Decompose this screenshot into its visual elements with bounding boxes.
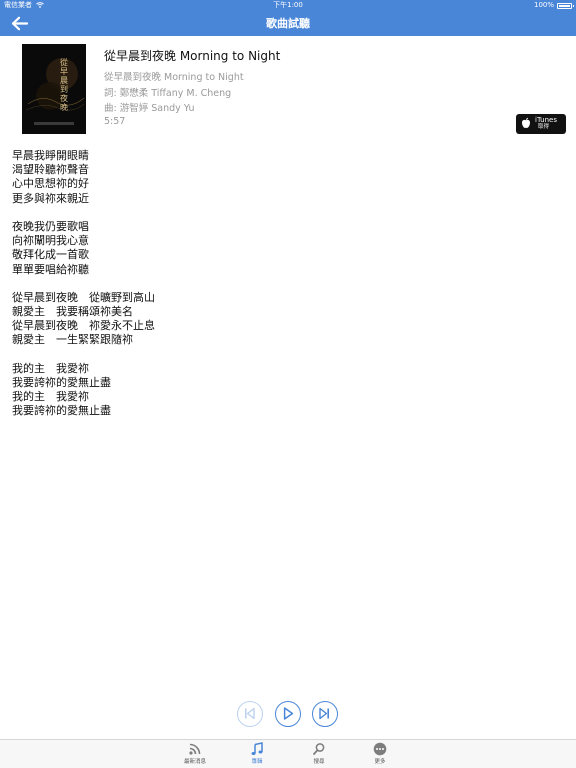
navigation-bar: 歌曲試聽 (0, 11, 576, 36)
status-time: 下午1:00 (273, 1, 303, 9)
lyric-line (12, 206, 155, 220)
more-icon (373, 742, 387, 756)
tab-albums[interactable]: 專輯 (237, 742, 277, 768)
lyric-line: 早晨我睜開眼睛 (12, 149, 89, 162)
page-title: 歌曲試聽 (266, 17, 310, 30)
battery-percent: 100% (533, 1, 554, 9)
status-battery: 100% (533, 0, 574, 11)
lyric-line: 我的主 我愛祢 (12, 390, 89, 404)
music-note-icon (251, 742, 263, 755)
lyric-line: 我要誇祢的愛無止盡 (12, 404, 111, 418)
tab-search[interactable]: 搜尋 (299, 742, 339, 768)
play-button[interactable] (275, 701, 301, 727)
tab-more[interactable]: 更多 (360, 742, 400, 768)
tab-bar: 最新消息 專輯 搜尋 更多 (0, 739, 576, 768)
skip-previous-icon (245, 707, 255, 720)
tab-news[interactable]: 最新消息 (175, 742, 215, 768)
tab-albums-label: 專輯 (251, 759, 263, 765)
lyric-line (12, 277, 155, 291)
lyrics: 早晨我睜開眼睛 渴望聆聽祢聲音 心中思想祢的好 更多與祢來親近 夜晚我仍要歌唱 … (12, 149, 155, 419)
itunes-sublabel: 取得 (538, 124, 550, 130)
itunes-label: iTunes (535, 116, 557, 124)
lyric-line: 單單要唱給祢聽 (12, 262, 89, 276)
song-duration: 5:57 (104, 116, 126, 127)
lyric-line: 夜晚我仍要歌唱 (12, 219, 89, 233)
battery-icon (557, 2, 574, 9)
album-name: 從早晨到夜晚 Morning to Night (104, 72, 244, 83)
lyric-line: 從早晨到夜晚 從曠野到高山 (12, 290, 155, 304)
lyric-line: 更多與祢來親近 (12, 191, 89, 205)
search-icon (313, 743, 325, 755)
lyric-line: 我的主 我愛祢 (12, 361, 89, 375)
tab-news-label: 最新消息 (183, 759, 206, 765)
lyric-line (12, 348, 155, 362)
itunes-button[interactable]: iTunes 取得 (516, 114, 566, 134)
composer: 曲: 游智婷 Sandy Yu (104, 103, 195, 114)
album-cover-title: 從早晨到夜晚 (60, 58, 68, 112)
apple-icon (522, 117, 530, 128)
lyric-line: 敬拜化成一首歌 (12, 248, 89, 262)
song-title: 從早晨到夜晚 Morning to Night (104, 49, 281, 63)
tab-more-label: 更多 (374, 759, 386, 765)
lyric-line: 親愛主 一生緊緊跟隨祢 (12, 333, 133, 347)
previous-track-button[interactable] (237, 701, 263, 727)
album-cover: 從早晨到夜晚 (22, 44, 86, 134)
lyric-line: 向祢闡明我心意 (12, 234, 89, 248)
lyricist: 詞: 鄭懋柔 Tiffany M. Cheng (104, 88, 232, 99)
next-track-button[interactable] (312, 701, 338, 727)
play-icon (283, 707, 294, 720)
player-controls (0, 701, 576, 729)
lyric-line: 我要誇祢的愛無止盡 (12, 376, 111, 389)
lyric-line: 心中思想祢的好 (12, 177, 89, 191)
tab-search-label: 搜尋 (313, 759, 325, 765)
status-bar: 電信業者 下午1:00 100% (0, 0, 576, 11)
lyric-line: 渴望聆聽祢聲音 (12, 163, 89, 177)
skip-next-icon (319, 707, 329, 720)
lyric-line: 從早晨到夜晚 祢愛永不止息 (12, 319, 155, 333)
lyric-line: 親愛主 我要稱頌祢美名 (12, 305, 133, 319)
rss-feed-icon (189, 743, 201, 755)
album-artwork (22, 44, 86, 134)
